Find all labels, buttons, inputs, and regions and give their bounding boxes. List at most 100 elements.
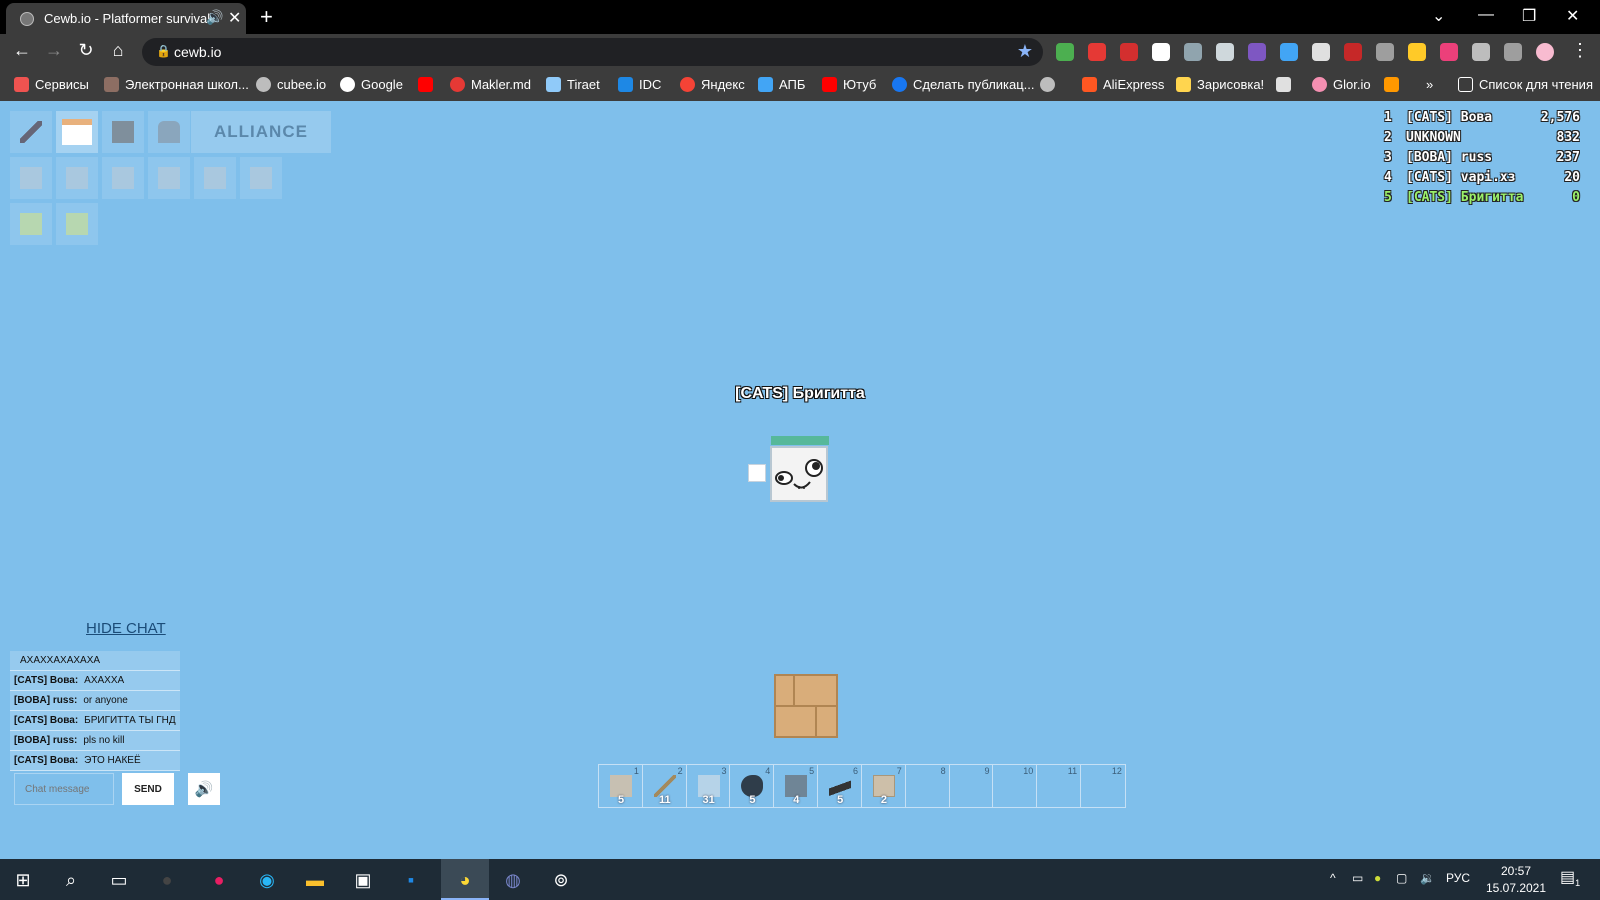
- recipe-slot[interactable]: [102, 157, 144, 199]
- new-tab-button[interactable]: +: [260, 4, 273, 30]
- close-icon[interactable]: ✕: [228, 8, 241, 28]
- extension-icon[interactable]: [1120, 43, 1138, 61]
- bookmark-item[interactable]: Makler.md: [450, 77, 531, 92]
- tool-slot[interactable]: [148, 111, 190, 153]
- extension-icon[interactable]: [1408, 43, 1426, 61]
- pinned-app-icon[interactable]: ●: [154, 867, 180, 893]
- paint-app-icon[interactable]: ●: [206, 867, 232, 893]
- extension-icon[interactable]: [1440, 43, 1458, 61]
- bookmark-item[interactable]: [1040, 77, 1061, 92]
- wooden-crate[interactable]: [774, 674, 838, 738]
- bookmark-item[interactable]: Сделать публикац...: [892, 77, 1035, 92]
- reading-list-button[interactable]: Список для чтения: [1458, 77, 1593, 92]
- windows-start-icon[interactable]: ⊞: [10, 867, 36, 893]
- bookmark-item[interactable]: Glor.io: [1312, 77, 1371, 92]
- speaker-icon[interactable]: 🔊: [188, 773, 220, 805]
- game-canvas[interactable]: ALLIANCE 1 [CATS] Вова 2,576 2 UNKNOWN 832 3…: [0, 101, 1600, 859]
- hotbar-slot-2[interactable]: 2 11: [643, 765, 687, 807]
- hotbar-slot-1[interactable]: 15: [599, 765, 643, 807]
- recipe-slot[interactable]: [10, 157, 52, 199]
- bookmark-item[interactable]: Электронная школ...: [104, 77, 249, 92]
- tab-search-icon[interactable]: ⌄: [1432, 6, 1445, 26]
- send-button[interactable]: SEND: [122, 773, 174, 805]
- more-menu-icon[interactable]: ⋮: [1568, 40, 1592, 61]
- recipe-slot[interactable]: [56, 203, 98, 245]
- bookmark-item[interactable]: Ютуб: [822, 77, 876, 92]
- search-icon[interactable]: ⌕: [58, 867, 84, 893]
- recipe-slot[interactable]: [240, 157, 282, 199]
- bookmark-item[interactable]: Google: [340, 77, 403, 92]
- extension-icon[interactable]: [1376, 43, 1394, 61]
- tool-slot[interactable]: [10, 111, 52, 153]
- window-close-button[interactable]: ✕: [1566, 6, 1579, 26]
- network-icon[interactable]: ▢: [1396, 871, 1407, 885]
- hotbar-slot-5[interactable]: 54: [774, 765, 819, 807]
- chat-message-input[interactable]: [14, 773, 114, 805]
- recipe-slot[interactable]: [56, 157, 98, 199]
- media-control-icon[interactable]: [1504, 43, 1522, 61]
- tray-app-icon[interactable]: ●: [1374, 871, 1381, 885]
- file-explorer-icon[interactable]: ▬: [302, 867, 328, 893]
- extension-icon[interactable]: [1248, 43, 1266, 61]
- speaker-icon[interactable]: 🔊: [206, 9, 223, 26]
- address-bar[interactable]: 🔒 cewb.io ★: [142, 38, 1043, 66]
- hotbar-slot-11[interactable]: 11: [1037, 765, 1082, 807]
- extension-icon[interactable]: [1152, 43, 1170, 61]
- extensions-puzzle-icon[interactable]: [1472, 43, 1490, 61]
- extension-icon[interactable]: [1216, 43, 1234, 61]
- hide-chat-link[interactable]: HIDE CHAT: [86, 620, 166, 637]
- recipe-slot[interactable]: [148, 157, 190, 199]
- network-monitor-icon[interactable]: ▭: [1352, 871, 1363, 885]
- bookmark-star-icon[interactable]: ★: [1017, 41, 1033, 62]
- home-icon[interactable]: ⌂: [106, 40, 130, 61]
- bookmark-item[interactable]: Сервисы: [14, 77, 89, 92]
- browser-tab[interactable]: Cewb.io - Platformer survival 🔊 ✕: [6, 3, 246, 34]
- discord-icon[interactable]: ◍: [500, 867, 526, 893]
- minimize-button[interactable]: —: [1478, 6, 1494, 24]
- volume-icon[interactable]: 🔉: [1420, 871, 1435, 885]
- extension-icon[interactable]: [1312, 43, 1330, 61]
- tool-slot[interactable]: [102, 111, 144, 153]
- system-clock[interactable]: 20:57 15.07.2021: [1480, 863, 1552, 897]
- bookmark-item[interactable]: Яндекс: [680, 77, 745, 92]
- forward-icon[interactable]: →: [42, 40, 66, 61]
- hotbar-slot-4[interactable]: 45: [730, 765, 775, 807]
- input-language[interactable]: РУС: [1446, 871, 1470, 885]
- extension-icon[interactable]: [1088, 43, 1106, 61]
- bookmark-item[interactable]: [1276, 77, 1297, 92]
- extension-icon[interactable]: [1184, 43, 1202, 61]
- hotbar-slot-3[interactable]: 3 31: [687, 765, 731, 807]
- hotbar-slot-8[interactable]: 8: [906, 765, 950, 807]
- gamepad-icon[interactable]: ⊚: [548, 867, 574, 893]
- hotbar-slot-7[interactable]: 72: [862, 765, 906, 807]
- hotbar-slot-10[interactable]: 10: [993, 765, 1038, 807]
- hotbar-slot-6[interactable]: 65: [818, 765, 862, 807]
- reload-icon[interactable]: ↻: [74, 40, 98, 61]
- task-view-icon[interactable]: ▭: [106, 867, 132, 893]
- recipe-slot[interactable]: [194, 157, 236, 199]
- edge-browser-icon[interactable]: ◉: [254, 867, 280, 893]
- notifications-icon[interactable]: ▤1: [1560, 867, 1580, 888]
- back-icon[interactable]: ←: [10, 40, 34, 61]
- save-app-icon[interactable]: ▪: [398, 867, 424, 893]
- avatar[interactable]: [1536, 43, 1554, 61]
- extension-icon[interactable]: [1280, 43, 1298, 61]
- extension-icon[interactable]: [1344, 43, 1362, 61]
- bookmark-item[interactable]: Зарисовка!: [1176, 77, 1264, 92]
- restore-button[interactable]: ❐: [1522, 6, 1536, 26]
- hotbar-slot-9[interactable]: 9: [950, 765, 994, 807]
- hotbar-slot-12[interactable]: 12: [1081, 765, 1125, 807]
- bookmark-item[interactable]: cubee.io: [256, 77, 326, 92]
- chrome-icon[interactable]: ◕: [452, 867, 478, 893]
- bookmark-item[interactable]: IDC: [618, 77, 661, 92]
- store-icon[interactable]: ▣: [350, 867, 376, 893]
- bookmark-item[interactable]: [418, 77, 439, 92]
- tray-overflow-icon[interactable]: ^: [1330, 871, 1336, 885]
- bookmark-item[interactable]: Tiraet: [546, 77, 600, 92]
- tool-slot[interactable]: [56, 111, 98, 153]
- bookmark-item[interactable]: [1384, 77, 1405, 92]
- extension-icon[interactable]: [1056, 43, 1074, 61]
- bookmark-item[interactable]: AliExpress: [1082, 77, 1164, 92]
- bookmarks-overflow-button[interactable]: »: [1426, 77, 1433, 92]
- bookmark-item[interactable]: АПБ: [758, 77, 805, 92]
